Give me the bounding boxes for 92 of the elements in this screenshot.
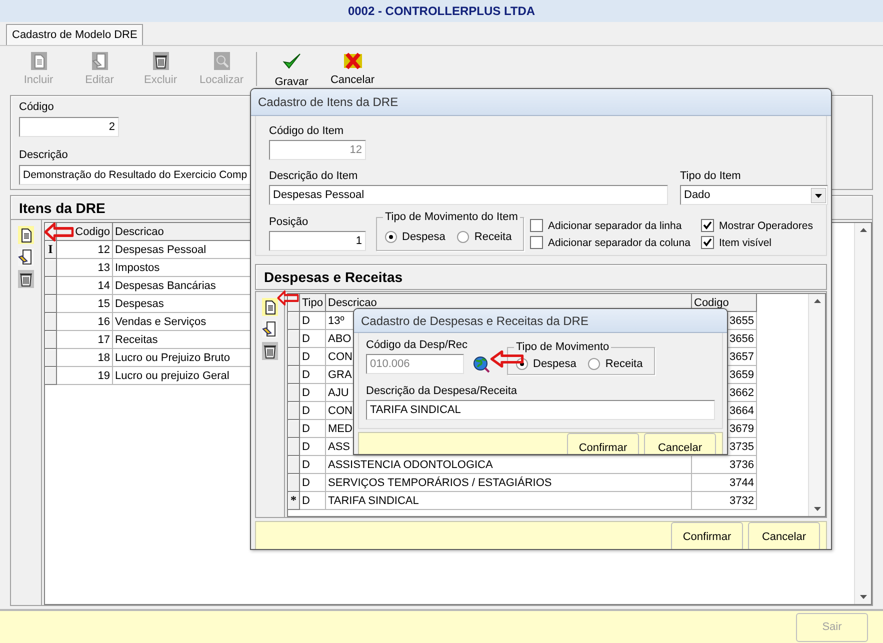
checkbox-option[interactable]: Item visível <box>701 234 813 251</box>
row-indicator[interactable] <box>45 313 57 331</box>
table-cell: D <box>300 366 326 384</box>
table-cell: 17 <box>57 331 113 349</box>
table-cell: 3732 <box>692 492 757 510</box>
position-field[interactable]: 1 <box>269 231 366 251</box>
table-cell: D <box>300 420 326 438</box>
row-indicator[interactable] <box>45 259 57 277</box>
field-label: Tipo do Item <box>680 170 741 183</box>
trash-icon[interactable] <box>18 270 34 288</box>
arrow-icon <box>44 222 74 242</box>
description-field[interactable]: TARIFA SINDICAL <box>366 400 715 420</box>
radio-option[interactable]: Receita <box>457 230 512 242</box>
trash-icon[interactable] <box>262 342 278 360</box>
globe-search-icon[interactable] <box>473 356 490 373</box>
row-indicator[interactable]: I <box>45 241 57 259</box>
dialog-title: Cadastro de Itens da DRE <box>251 89 831 116</box>
table-cell: 14 <box>57 277 113 295</box>
table-cell: SERVIÇOS TEMPORÁRIOS / ESTAGIÁRIOS <box>326 474 692 492</box>
row-indicator[interactable]: * <box>288 492 300 510</box>
dialog-title: Cadastro de Despesas e Receitas da DRE <box>354 309 727 333</box>
document-icon[interactable] <box>262 298 278 316</box>
description-field[interactable]: Despesas Pessoal <box>269 185 668 205</box>
dialog-button[interactable]: Confirmar <box>567 433 639 454</box>
column-header[interactable]: Codigo <box>57 223 113 241</box>
scroll-down-icon[interactable] <box>814 507 820 511</box>
column-header[interactable]: Tipo <box>300 294 326 312</box>
row-indicator[interactable] <box>288 348 300 366</box>
row-indicator[interactable] <box>288 420 300 438</box>
row-indicator[interactable] <box>45 277 57 295</box>
group-title: Tipo de Movimento do Item <box>383 211 520 224</box>
field-label: Descrição da Despesa/Receita <box>366 385 518 398</box>
row-indicator[interactable] <box>288 366 300 384</box>
scroll-down-icon[interactable] <box>860 595 866 599</box>
dialog-button[interactable]: Confirmar <box>671 522 743 549</box>
row-indicator[interactable] <box>288 456 300 474</box>
table-cell: D <box>300 456 326 474</box>
row-indicator[interactable] <box>45 349 57 367</box>
document-icon[interactable] <box>18 226 34 244</box>
checkbox-option[interactable]: Mostrar Operadores <box>701 217 813 234</box>
row-indicator[interactable] <box>45 295 57 313</box>
table-cell: TARIFA SINDICAL <box>326 492 692 510</box>
table-cell: 13 <box>57 259 113 277</box>
window-title: 0002 - CONTROLLERPLUS LTDA <box>0 0 883 22</box>
scrollbar[interactable] <box>808 294 825 516</box>
table-cell: 19 <box>57 367 113 385</box>
table-cell: D <box>300 330 326 348</box>
group-title: Tipo de Movimento <box>514 341 612 354</box>
code-field[interactable]: 2 <box>19 117 119 137</box>
field-label: Descrição <box>19 149 68 162</box>
dropdown-caret-icon[interactable] <box>811 188 826 202</box>
table-cell: D <box>300 384 326 402</box>
table-cell: D <box>300 348 326 366</box>
table-cell: ASSISTENCIA ODONTOLOGICA <box>326 456 692 474</box>
table-cell: 3736 <box>692 456 757 474</box>
toolbar-button[interactable]: Gravar <box>261 48 322 90</box>
table-cell: D <box>300 312 326 330</box>
table-cell: 16 <box>57 313 113 331</box>
cancel-icon[interactable] <box>344 52 362 70</box>
dialog-button[interactable]: Cancelar <box>644 433 716 454</box>
field-label: Código do Item <box>269 125 344 138</box>
row-indicator[interactable] <box>45 331 57 349</box>
scrollbar[interactable] <box>854 223 871 604</box>
table-cell: 3744 <box>692 474 757 492</box>
field-label: Código <box>19 101 54 114</box>
table-cell: 18 <box>57 349 113 367</box>
tab[interactable]: Cadastro de Modelo DRE <box>6 24 144 45</box>
item-type-select[interactable]: Dado <box>680 185 828 205</box>
checkbox-option[interactable]: Adicionar separador da coluna <box>530 234 701 251</box>
table-cell: D <box>300 474 326 492</box>
table-cell: D <box>300 492 326 510</box>
row-indicator[interactable] <box>45 367 57 385</box>
checkbox-option[interactable]: Adicionar separador da linha <box>530 217 701 234</box>
row-indicator[interactable] <box>288 384 300 402</box>
row-indicator[interactable] <box>288 312 300 330</box>
table-cell: 15 <box>57 295 113 313</box>
scroll-up-icon[interactable] <box>814 299 820 303</box>
panel-header: Despesas e Receitas <box>255 264 827 290</box>
dialog-button[interactable]: Cancelar <box>748 522 820 549</box>
radio-option[interactable]: Despesa <box>385 230 446 242</box>
field-label: Descrição do Item <box>269 170 358 183</box>
row-indicator[interactable] <box>288 330 300 348</box>
row-indicator[interactable] <box>288 474 300 492</box>
row-indicator[interactable] <box>288 402 300 420</box>
arrow-icon <box>277 290 299 306</box>
edit-document-icon[interactable] <box>18 248 34 266</box>
row-indicator[interactable] <box>288 438 300 456</box>
table-cell: 12 <box>57 241 113 259</box>
table-cell: D <box>300 438 326 456</box>
table-cell: D <box>300 402 326 420</box>
edit-document-icon[interactable] <box>262 320 278 338</box>
scroll-up-icon[interactable] <box>860 228 866 232</box>
